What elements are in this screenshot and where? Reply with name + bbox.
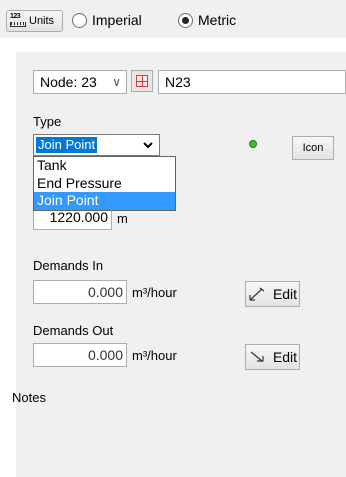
metric-radio-label: Metric <box>198 12 237 28</box>
demands-out-edit-label: Edit <box>272 349 298 365</box>
pencil-icon <box>249 287 265 301</box>
demands-in-value: 0.000 <box>87 284 123 300</box>
notes-label: Notes <box>12 390 46 405</box>
icon-button[interactable]: Icon <box>292 136 334 160</box>
type-option-join-point[interactable]: Join Point <box>34 192 175 210</box>
locate-grid-icon <box>136 75 148 87</box>
node-name-value: N23 <box>165 74 191 90</box>
type-option-end-pressure[interactable]: End Pressure <box>34 175 175 193</box>
demands-out-label: Demands Out <box>33 323 114 338</box>
icon-button-label: Icon <box>302 142 324 154</box>
metric-radio-circle[interactable] <box>178 12 193 28</box>
type-selected-value: Join Point <box>36 137 98 153</box>
status-indicator <box>249 140 257 148</box>
type-dropdown-list: Tank End Pressure Join Point <box>33 156 176 211</box>
demands-out-edit-button[interactable]: Edit <box>245 344 300 370</box>
elevation-unit: m <box>117 211 128 226</box>
node-selector[interactable]: Node: 23 ∨ <box>33 70 127 94</box>
type-select[interactable]: Join Point <box>33 134 160 156</box>
demands-in-edit-button[interactable]: Edit <box>245 281 300 307</box>
elevation-field[interactable]: 1220.000 <box>33 210 112 230</box>
elevation-value: 1220.000 <box>49 210 108 225</box>
demands-in-label: Demands In <box>33 258 104 273</box>
demands-out-unit: m³/hour <box>132 348 177 363</box>
imperial-radio-circle[interactable] <box>72 12 87 28</box>
demands-in-edit-label: Edit <box>272 286 298 302</box>
type-option-tank[interactable]: Tank <box>34 157 175 175</box>
imperial-radio-label: Imperial <box>92 12 142 28</box>
demands-in-field[interactable]: 0.000 <box>33 280 127 304</box>
units-button-label: Units <box>29 15 55 27</box>
type-label: Type <box>33 114 62 129</box>
demands-out-field[interactable]: 0.000 <box>33 343 127 367</box>
dropdown-arrow-icon[interactable] <box>138 136 158 154</box>
units-toolbar: 123 Units Imperial Metric <box>0 0 346 38</box>
demands-out-value: 0.000 <box>87 347 123 363</box>
imperial-radio[interactable]: Imperial <box>72 12 142 28</box>
arrow-down-right-icon <box>250 351 264 362</box>
ruler-icon: 123 <box>10 13 26 28</box>
node-selector-value: Node: 23 <box>40 74 97 90</box>
node-name-field[interactable]: N23 <box>158 70 346 94</box>
units-button[interactable]: 123 Units <box>6 10 63 32</box>
chevron-down-icon[interactable]: ∨ <box>112 75 121 89</box>
metric-radio[interactable]: Metric <box>178 12 236 28</box>
locate-node-button[interactable] <box>131 70 153 92</box>
demands-in-unit: m³/hour <box>132 285 177 300</box>
node-properties-panel: Node: 23 ∨ N23 Type Join Point Icon Tank… <box>12 52 346 477</box>
